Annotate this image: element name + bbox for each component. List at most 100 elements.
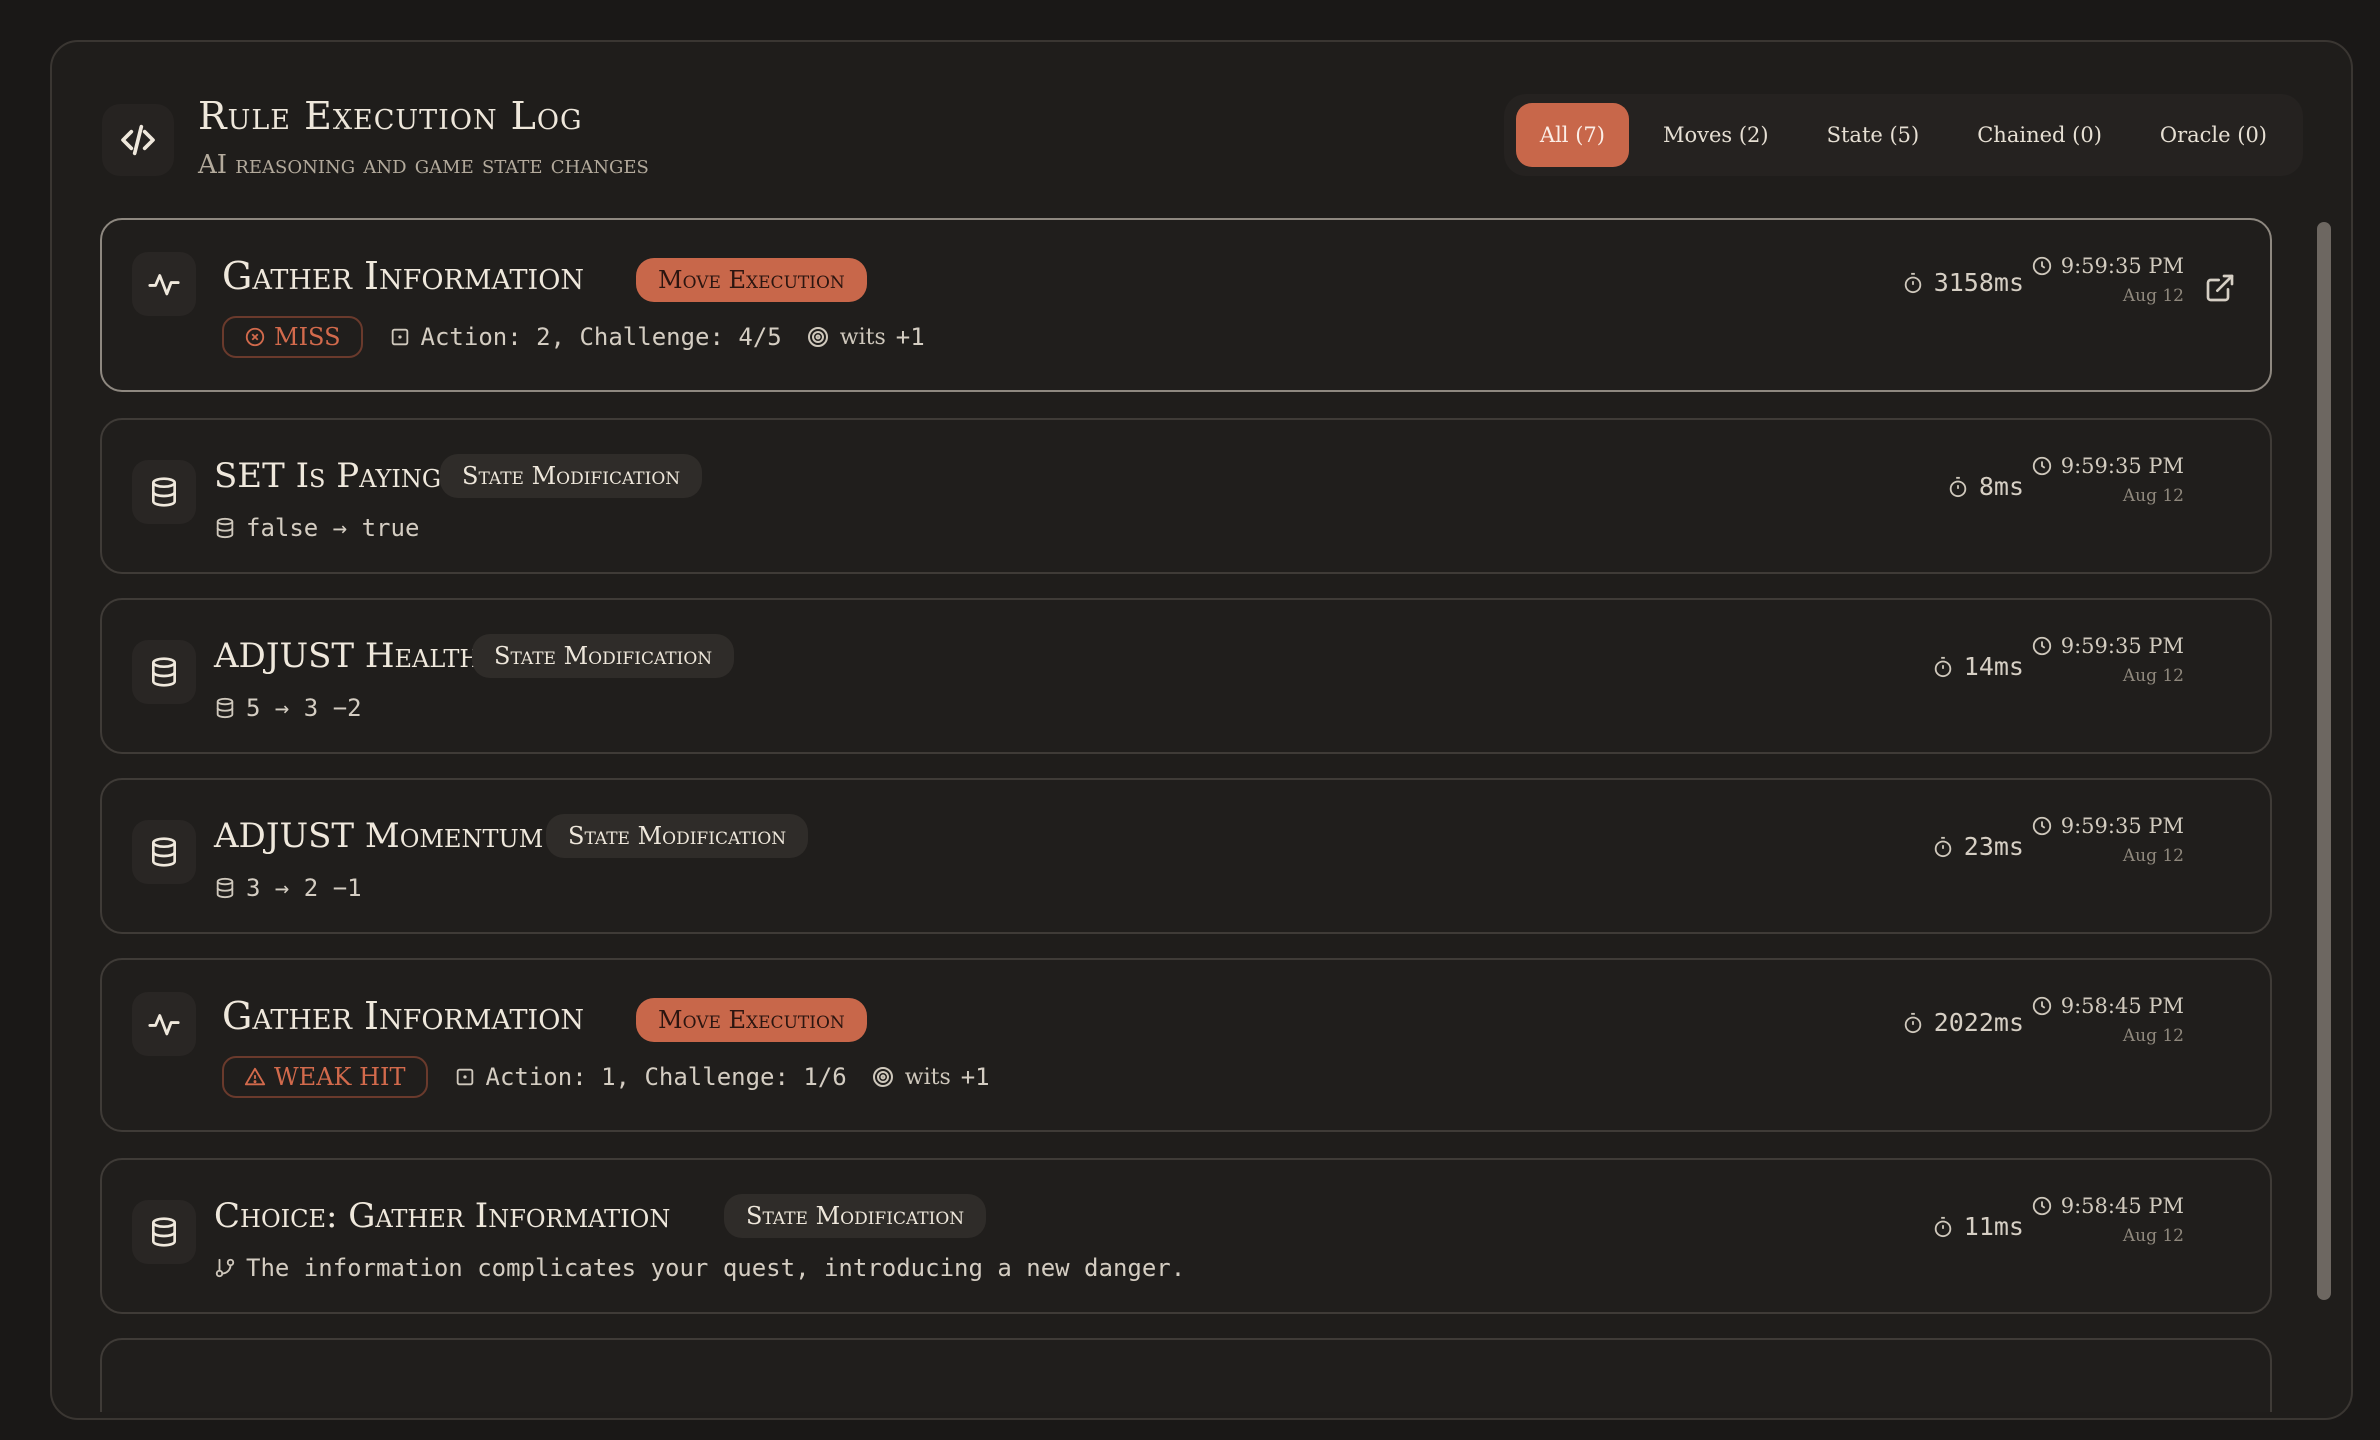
entry-title: ADJUST Momentum [214, 816, 544, 856]
log-list: Gather Information Move Execution MISS A… [100, 218, 2324, 1412]
dice-icon [391, 328, 408, 346]
database-icon [216, 877, 234, 899]
date-value: Aug 12 [2122, 1226, 2184, 1246]
state-modification-tag: State Modification [472, 634, 735, 678]
clock-icon [2032, 256, 2051, 276]
entry-title: Gather Information [222, 994, 584, 1038]
timer-icon [1934, 656, 1952, 677]
git-branch-icon [215, 1258, 235, 1278]
entry-title: ADJUST Health [214, 636, 481, 676]
entry-title: Choice: Gather Information [214, 1196, 671, 1236]
database-icon [132, 460, 196, 524]
filter-state[interactable]: State (5) [1803, 103, 1944, 167]
x-circle-icon [245, 327, 265, 347]
log-entry[interactable]: SET Is Paying State Modification false →… [100, 418, 2272, 574]
clock-icon [2032, 456, 2051, 476]
date-value: Aug 12 [2122, 486, 2184, 506]
log-entry[interactable]: Choice: Gather Information State Modific… [100, 1158, 2272, 1314]
roll-result: Action: 1, Challenge: 1/6 [485, 1063, 847, 1091]
page-title: Rule Execution Log [198, 94, 583, 138]
duration: 3158ms [1902, 268, 2024, 297]
entry-detail: The information complicates your quest, … [214, 1254, 1185, 1282]
filter-oracle[interactable]: Oracle (0) [2136, 103, 2291, 167]
time-value: 9:59:35 PM [2060, 634, 2184, 658]
code-icon [102, 104, 174, 176]
entry-title: SET Is Paying [214, 456, 442, 496]
filter-moves[interactable]: Moves (2) [1639, 103, 1793, 167]
date-value: Aug 12 [2122, 286, 2184, 306]
timer-icon [1949, 476, 1967, 497]
target-icon [872, 1067, 893, 1087]
duration-value: 2022ms [1933, 1008, 2024, 1037]
duration-value: 23ms [1963, 832, 2024, 861]
state-modification-tag: State Modification [440, 454, 703, 498]
page-subtitle: AI reasoning and game state changes [198, 150, 649, 180]
entry-detail: MISS Action: 2, Challenge: 4/5 wits +1 [222, 316, 925, 358]
roll-result: Action: 2, Challenge: 4/5 [420, 323, 782, 351]
move-execution-tag: Move Execution [636, 998, 867, 1042]
duration-value: 3158ms [1933, 268, 2024, 297]
entry-detail: 5 → 3 −2 [214, 694, 362, 722]
change-value: 3 → 2 −1 [246, 874, 362, 902]
entry-detail: 3 → 2 −1 [214, 874, 362, 902]
time-value: 9:58:45 PM [2060, 994, 2184, 1018]
state-modification-tag: State Modification [724, 1194, 987, 1238]
timestamp: 9:59:35 PM Aug 12 [2031, 454, 2184, 506]
entry-detail: WEAK HIT Action: 1, Challenge: 1/6 wits … [222, 1056, 990, 1098]
filter-all[interactable]: All (7) [1515, 103, 1629, 167]
activity-icon [132, 992, 196, 1056]
date-value: Aug 12 [2122, 1026, 2184, 1046]
outcome-label: MISS [274, 323, 341, 351]
time-value: 9:59:35 PM [2060, 814, 2184, 838]
duration-value: 14ms [1963, 652, 2024, 681]
clock-icon [2032, 1196, 2051, 1216]
entry-title: Gather Information [222, 254, 584, 298]
log-entry[interactable]: Gather Information Move Execution MISS A… [100, 218, 2272, 392]
duration: 8ms [1947, 472, 2024, 501]
timestamp: 9:58:45 PM Aug 12 [2031, 994, 2184, 1046]
duration: 23ms [1932, 832, 2024, 861]
choice-value: The information complicates your quest, … [246, 1254, 1186, 1282]
stat-name: wits [839, 324, 886, 350]
timestamp: 9:58:45 PM Aug 12 [2031, 1194, 2184, 1246]
change-value: false → true [246, 514, 420, 542]
change-value: 5 → 3 −2 [246, 694, 362, 722]
database-icon [216, 697, 234, 719]
duration-value: 8ms [1978, 472, 2024, 501]
log-entry[interactable]: Gather Information Move Execution WEAK H… [100, 958, 2272, 1132]
database-icon [216, 517, 234, 539]
stat-name: wits [904, 1064, 951, 1090]
entry-detail: false → true [214, 514, 419, 542]
database-icon [132, 820, 196, 884]
timestamp: 9:59:35 PM Aug 12 [2031, 814, 2184, 866]
duration: 11ms [1932, 1212, 2024, 1241]
stat-value: +1 [960, 1063, 990, 1091]
outcome-badge: MISS [222, 316, 363, 358]
duration: 2022ms [1902, 1008, 2024, 1037]
scrollbar[interactable] [2317, 222, 2331, 1300]
filter-tabs: All (7) Moves (2) State (5) Chained (0) … [1503, 94, 2303, 176]
timer-icon [1934, 1216, 1952, 1237]
log-entry[interactable]: ADJUST Momentum State Modification 3 → 2… [100, 778, 2272, 934]
duration: 14ms [1932, 652, 2024, 681]
database-icon [132, 1200, 196, 1264]
clock-icon [2032, 996, 2051, 1016]
log-entry[interactable]: ADJUST Health State Modification 5 → 3 −… [100, 598, 2272, 754]
outcome-label: WEAK HIT [274, 1063, 406, 1091]
external-link-icon[interactable] [2204, 272, 2236, 304]
dice-icon [456, 1068, 473, 1086]
time-value: 9:59:35 PM [2060, 254, 2184, 278]
outcome-badge: WEAK HIT [222, 1056, 428, 1098]
date-value: Aug 12 [2122, 846, 2184, 866]
move-execution-tag: Move Execution [636, 258, 867, 302]
date-value: Aug 12 [2122, 666, 2184, 686]
state-modification-tag: State Modification [546, 814, 809, 858]
time-value: 9:59:35 PM [2060, 454, 2184, 478]
database-icon [132, 640, 196, 704]
filter-chained[interactable]: Chained (0) [1953, 103, 2126, 167]
timer-icon [1904, 272, 1921, 293]
time-value: 9:58:45 PM [2060, 1194, 2184, 1218]
log-entry[interactable] [100, 1338, 2272, 1412]
rule-execution-log-panel: Rule Execution Log AI reasoning and game… [50, 40, 2353, 1420]
stat-value: +1 [895, 323, 925, 351]
